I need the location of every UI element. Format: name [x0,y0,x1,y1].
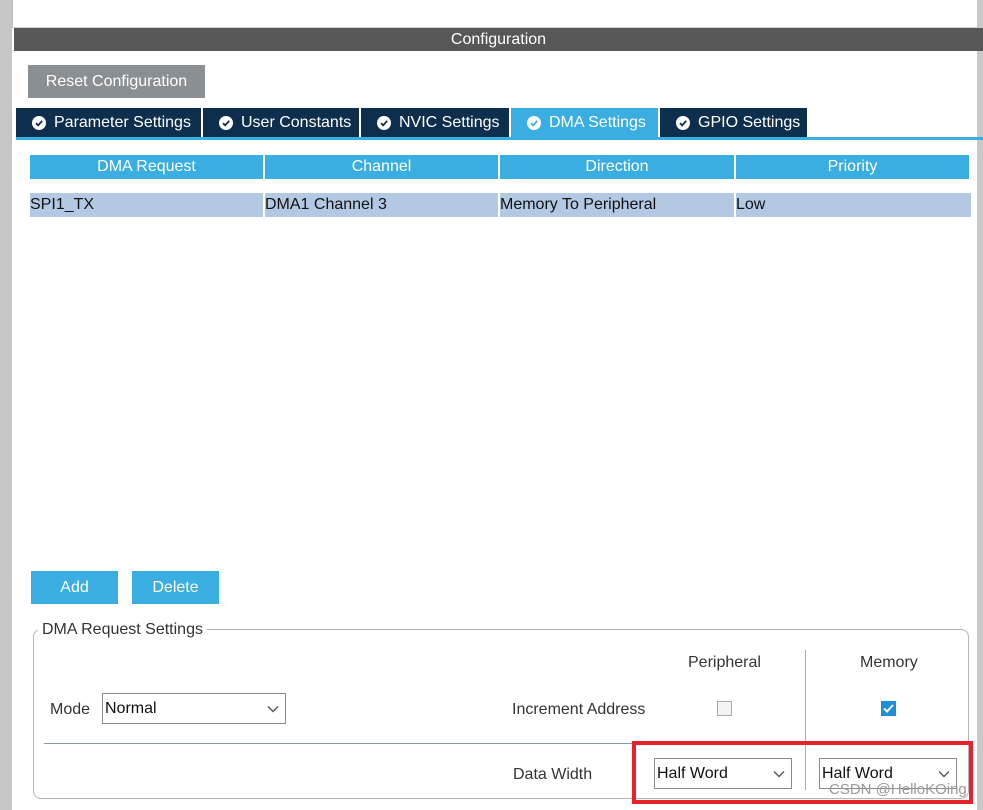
increment-address-label: Increment Address [512,701,646,718]
cell-request: SPI1_TX [30,193,265,217]
column-header-direction[interactable]: Direction [500,155,734,179]
check-circle-icon [676,115,690,130]
mode-select[interactable]: Normal [102,693,286,724]
check-circle-icon [32,115,46,130]
tab-label: Parameter Settings [54,113,191,131]
memory-header: Memory [860,654,918,671]
reset-configuration-button[interactable]: Reset Configuration [28,65,205,98]
tab-label: User Constants [241,113,352,131]
column-header-channel[interactable]: Channel [265,155,498,179]
cell-priority: Low [736,196,766,213]
group-title: DMA Request Settings [38,620,207,640]
tab-dma-settings[interactable]: DMA Settings [511,108,660,137]
add-button[interactable]: Add [31,571,118,604]
delete-button[interactable]: Delete [132,571,219,604]
settings-tabs: Parameter Settings User Constants NVIC S… [16,108,809,137]
mode-label: Mode [50,701,91,718]
chevron-down-icon [267,705,279,712]
table-row[interactable]: SPI1_TX DMA1 Channel 3 Memory To Periphe… [30,193,971,217]
tab-gpio-settings[interactable]: GPIO Settings [660,108,809,137]
check-circle-icon [377,115,391,130]
left-scroll-gutter [0,0,12,810]
column-header-dma-request[interactable]: DMA Request [30,155,263,179]
cell-direction: Memory To Peripheral [500,193,736,217]
right-scrollbar[interactable] [977,0,983,810]
tab-label: DMA Settings [549,113,646,131]
top-panel-strip [12,0,983,28]
tabs-underline [16,137,983,140]
peripheral-header: Peripheral [688,654,761,671]
tab-parameter-settings[interactable]: Parameter Settings [16,108,203,137]
tab-user-constants[interactable]: User Constants [203,108,361,137]
dma-table-header: DMA Request Channel Direction Priority [30,155,971,179]
data-width-label: Data Width [513,766,593,783]
column-header-priority[interactable]: Priority [736,155,969,179]
mode-value: Normal [105,699,157,717]
checkmark-icon [883,704,894,713]
tab-label: NVIC Settings [399,113,500,131]
cell-channel: DMA1 Channel 3 [265,193,500,217]
peripheral-increment-checkbox[interactable] [717,701,732,716]
tab-nvic-settings[interactable]: NVIC Settings [361,108,511,137]
memory-increment-checkbox[interactable] [881,701,896,716]
check-circle-icon [219,115,233,130]
watermark-text: CSDN @HelloKOing [829,781,967,798]
tab-label: GPIO Settings [698,113,801,131]
configuration-title-bar: Configuration [14,28,983,51]
check-circle-icon [527,115,541,130]
